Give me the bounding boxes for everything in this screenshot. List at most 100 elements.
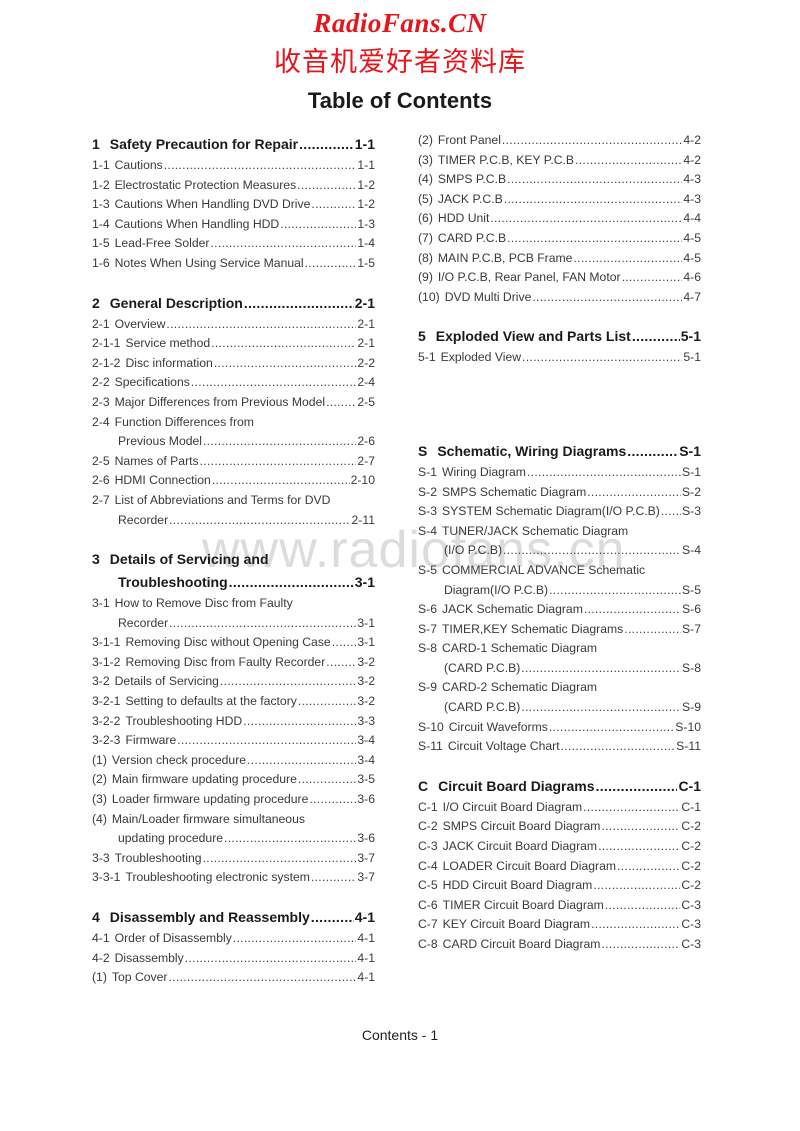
- toc-entry[interactable]: 3-3-1 Troubleshooting electronic system 3-…: [92, 868, 375, 888]
- toc-entry[interactable]: (3) Loader firmware updating procedure 3-6: [92, 790, 375, 810]
- toc-entry[interactable]: 2-1-1 Service method 2-1: [92, 334, 375, 354]
- toc-entry-label: How to Remove Disc from Faulty: [114, 596, 293, 611]
- toc-entry-label: JACK Circuit Board Diagram: [442, 839, 598, 854]
- dot-leader: [598, 837, 680, 857]
- toc-entry[interactable]: 3-1-1 Removing Disc without Opening Case 3…: [92, 633, 375, 653]
- toc-entry-label: Circuit Voltage Chart: [447, 739, 560, 754]
- toc-entry-label: Disassembly and Reassembly: [109, 909, 310, 925]
- toc-entry[interactable]: 3-2-3 Firmware 3-4: [92, 731, 375, 751]
- toc-entry-number: (7): [418, 230, 433, 245]
- toc-entry-number: C-3: [418, 839, 438, 854]
- toc-entry[interactable]: 1-5 Lead-Free Solder 1-4: [92, 234, 375, 254]
- toc-entry[interactable]: S-3 SYSTEM Schematic Diagram(I/O P.C.B) S-…: [418, 502, 701, 522]
- dot-leader: [233, 929, 357, 949]
- toc-entry[interactable]: 2-2 Specifications 2-4: [92, 373, 375, 393]
- toc-entry[interactable]: (5) JACK P.C.B 4-3: [418, 190, 701, 210]
- toc-entry[interactable]: S-7 TIMER,KEY Schematic Diagrams S-7: [418, 620, 701, 640]
- toc-entry[interactable]: (2) Front Panel 4-2: [418, 131, 701, 151]
- toc-entry[interactable]: 1-6 Notes When Using Service Manual 1-5: [92, 254, 375, 274]
- toc-entry[interactable]: (CARD P.C.B) S-8: [418, 659, 701, 679]
- toc-entry[interactable]: 1-2 Electrostatic Protection Measures 1-2: [92, 176, 375, 196]
- toc-entry[interactable]: S-1 Wiring Diagram S-1: [418, 463, 701, 483]
- toc-section-heading[interactable]: C Circuit Board Diagrams C-1: [418, 775, 701, 798]
- toc-entry[interactable]: C-5 HDD Circuit Board Diagram C-2: [418, 876, 701, 896]
- toc-entry[interactable]: S-8 CARD-1 Schematic Diagram: [418, 639, 701, 659]
- toc-entry[interactable]: 2-3 Major Differences from Previous Model…: [92, 393, 375, 413]
- toc-section-heading[interactable]: 1 Safety Precaution for Repair 1-1: [92, 133, 375, 156]
- toc-entry[interactable]: (3) TIMER P.C.B, KEY P.C.B 4-2: [418, 151, 701, 171]
- toc-entry[interactable]: 1-3 Cautions When Handling DVD Drive 1-2: [92, 195, 375, 215]
- toc-entry[interactable]: (9) I/O P.C.B, Rear Panel, FAN Motor 4-6: [418, 268, 701, 288]
- toc-section-heading[interactable]: 5 Exploded View and Parts List 5-1: [418, 325, 701, 348]
- toc-entry[interactable]: C-3 JACK Circuit Board Diagram C-2: [418, 837, 701, 857]
- toc-entry[interactable]: 2-5 Names of Parts 2-7: [92, 452, 375, 472]
- toc-entry[interactable]: 3-2-1 Setting to defaults at the factory 3…: [92, 692, 375, 712]
- toc-entry[interactable]: (6) HDD Unit 4-4: [418, 209, 701, 229]
- toc-entry[interactable]: Previous Model 2-6: [92, 432, 375, 452]
- toc-entry[interactable]: 1-4 Cautions When Handling HDD 1-3: [92, 215, 375, 235]
- toc-entry[interactable]: C-8 CARD Circuit Board Diagram C-3: [418, 935, 701, 955]
- toc-entry[interactable]: C-1 I/O Circuit Board Diagram C-1: [418, 798, 701, 818]
- toc-entry[interactable]: (10) DVD Multi Drive 4-7: [418, 288, 701, 308]
- dot-leader: [587, 483, 681, 503]
- toc-entry[interactable]: Recorder 3-1: [92, 614, 375, 634]
- toc-entry[interactable]: C-4 LOADER Circuit Board Diagram C-2: [418, 857, 701, 877]
- dot-leader: [214, 354, 357, 374]
- toc-entry[interactable]: C-7 KEY Circuit Board Diagram C-3: [418, 915, 701, 935]
- toc-entry[interactable]: S-10 Circuit Waveforms S-10: [418, 718, 701, 738]
- toc-entry[interactable]: (1) Version check procedure 3-4: [92, 751, 375, 771]
- toc-section-heading[interactable]: 3 Details of Servicing and: [92, 548, 375, 571]
- toc-left-column: 1 Safety Precaution for Repair 1-1 1-1 Cauti…: [92, 133, 375, 988]
- toc-entry[interactable]: S-6 JACK Schematic Diagram S-6: [418, 600, 701, 620]
- toc-entry-page: 1-2: [357, 197, 375, 212]
- toc-entry[interactable]: (CARD P.C.B) S-9: [418, 698, 701, 718]
- toc-section-heading[interactable]: 2 General Description 2-1: [92, 292, 375, 315]
- toc-entry-label: Loader firmware updating procedure: [111, 792, 309, 807]
- toc-entry[interactable]: (7) CARD P.C.B 4-5: [418, 229, 701, 249]
- toc-entry[interactable]: S-2 SMPS Schematic Diagram S-2: [418, 483, 701, 503]
- toc-entry-number: 2-6: [92, 473, 110, 488]
- toc-entry-page: 3-3: [357, 713, 375, 728]
- toc-section-heading[interactable]: S Schematic, Wiring Diagrams S-1: [418, 440, 701, 463]
- toc-entry-page: 4-7: [683, 289, 701, 304]
- toc-entry[interactable]: 5-1 Exploded View 5-1: [418, 348, 701, 368]
- toc-entry-number: 2-5: [92, 453, 110, 468]
- toc-entry[interactable]: 3-2-2 Troubleshooting HDD 3-3: [92, 712, 375, 732]
- toc-entry[interactable]: (2) Main firmware updating procedure 3-5: [92, 770, 375, 790]
- toc-entry-label: TIMER,KEY Schematic Diagrams: [441, 621, 624, 636]
- toc-entry[interactable]: (4) Main/Loader firmware simultaneous: [92, 810, 375, 830]
- toc-entry[interactable]: 4-1 Order of Disassembly 4-1: [92, 929, 375, 949]
- toc-entry[interactable]: 2-6 HDMI Connection 2-10: [92, 471, 375, 491]
- toc-entry[interactable]: 3-1 How to Remove Disc from Faulty: [92, 594, 375, 614]
- toc-entry[interactable]: 1-1 Cautions 1-1: [92, 156, 375, 176]
- toc-entry[interactable]: 3-3 Troubleshooting 3-7: [92, 849, 375, 869]
- toc-entry[interactable]: (1) Top Cover 4-1: [92, 968, 375, 988]
- toc-section-heading[interactable]: Troubleshooting 3-1: [92, 571, 375, 594]
- toc-entry-page: 2-7: [357, 453, 375, 468]
- toc-entry[interactable]: Diagram(I/O P.C.B) S-5: [418, 581, 701, 601]
- toc-section-heading[interactable]: 4 Disassembly and Reassembly 4-1: [92, 906, 375, 929]
- toc-entry[interactable]: C-2 SMPS Circuit Board Diagram C-2: [418, 817, 701, 837]
- toc-entry[interactable]: (I/O P.C.B) S-4: [418, 541, 701, 561]
- dot-leader: [168, 968, 356, 988]
- dot-leader: [507, 229, 682, 249]
- toc-entry[interactable]: 2-1-2 Disc information 2-2: [92, 354, 375, 374]
- toc-entry[interactable]: S-11 Circuit Voltage Chart S-11: [418, 737, 701, 757]
- toc-entry[interactable]: S-9 CARD-2 Schematic Diagram: [418, 678, 701, 698]
- toc-entry[interactable]: S-5 COMMERCIAL ADVANCE Schematic: [418, 561, 701, 581]
- toc-entry[interactable]: Recorder 2-11: [92, 511, 375, 531]
- toc-entry[interactable]: 2-1 Overview 2-1: [92, 315, 375, 335]
- toc-entry[interactable]: C-6 TIMER Circuit Board Diagram C-3: [418, 896, 701, 916]
- toc-entry[interactable]: (4) SMPS P.C.B 4-3: [418, 170, 701, 190]
- toc-entry[interactable]: S-4 TUNER/JACK Schematic Diagram: [418, 522, 701, 542]
- toc-entry[interactable]: 2-7 List of Abbreviations and Terms for D…: [92, 491, 375, 511]
- toc-entry-label: CARD P.C.B: [437, 230, 507, 245]
- toc-entry[interactable]: 3-2 Details of Servicing 3-2: [92, 672, 375, 692]
- toc-entry[interactable]: 3-1-2 Removing Disc from Faulty Recorder 3…: [92, 653, 375, 673]
- toc-entry[interactable]: 4-2 Disassembly 4-1: [92, 949, 375, 969]
- toc-entry[interactable]: (8) MAIN P.C.B, PCB Frame 4-5: [418, 249, 701, 269]
- toc-entry-page: C-3: [681, 937, 701, 951]
- toc-entry[interactable]: updating procedure 3-6: [92, 829, 375, 849]
- toc-entry-number: (4): [92, 811, 107, 826]
- toc-entry[interactable]: 2-4 Function Differences from: [92, 413, 375, 433]
